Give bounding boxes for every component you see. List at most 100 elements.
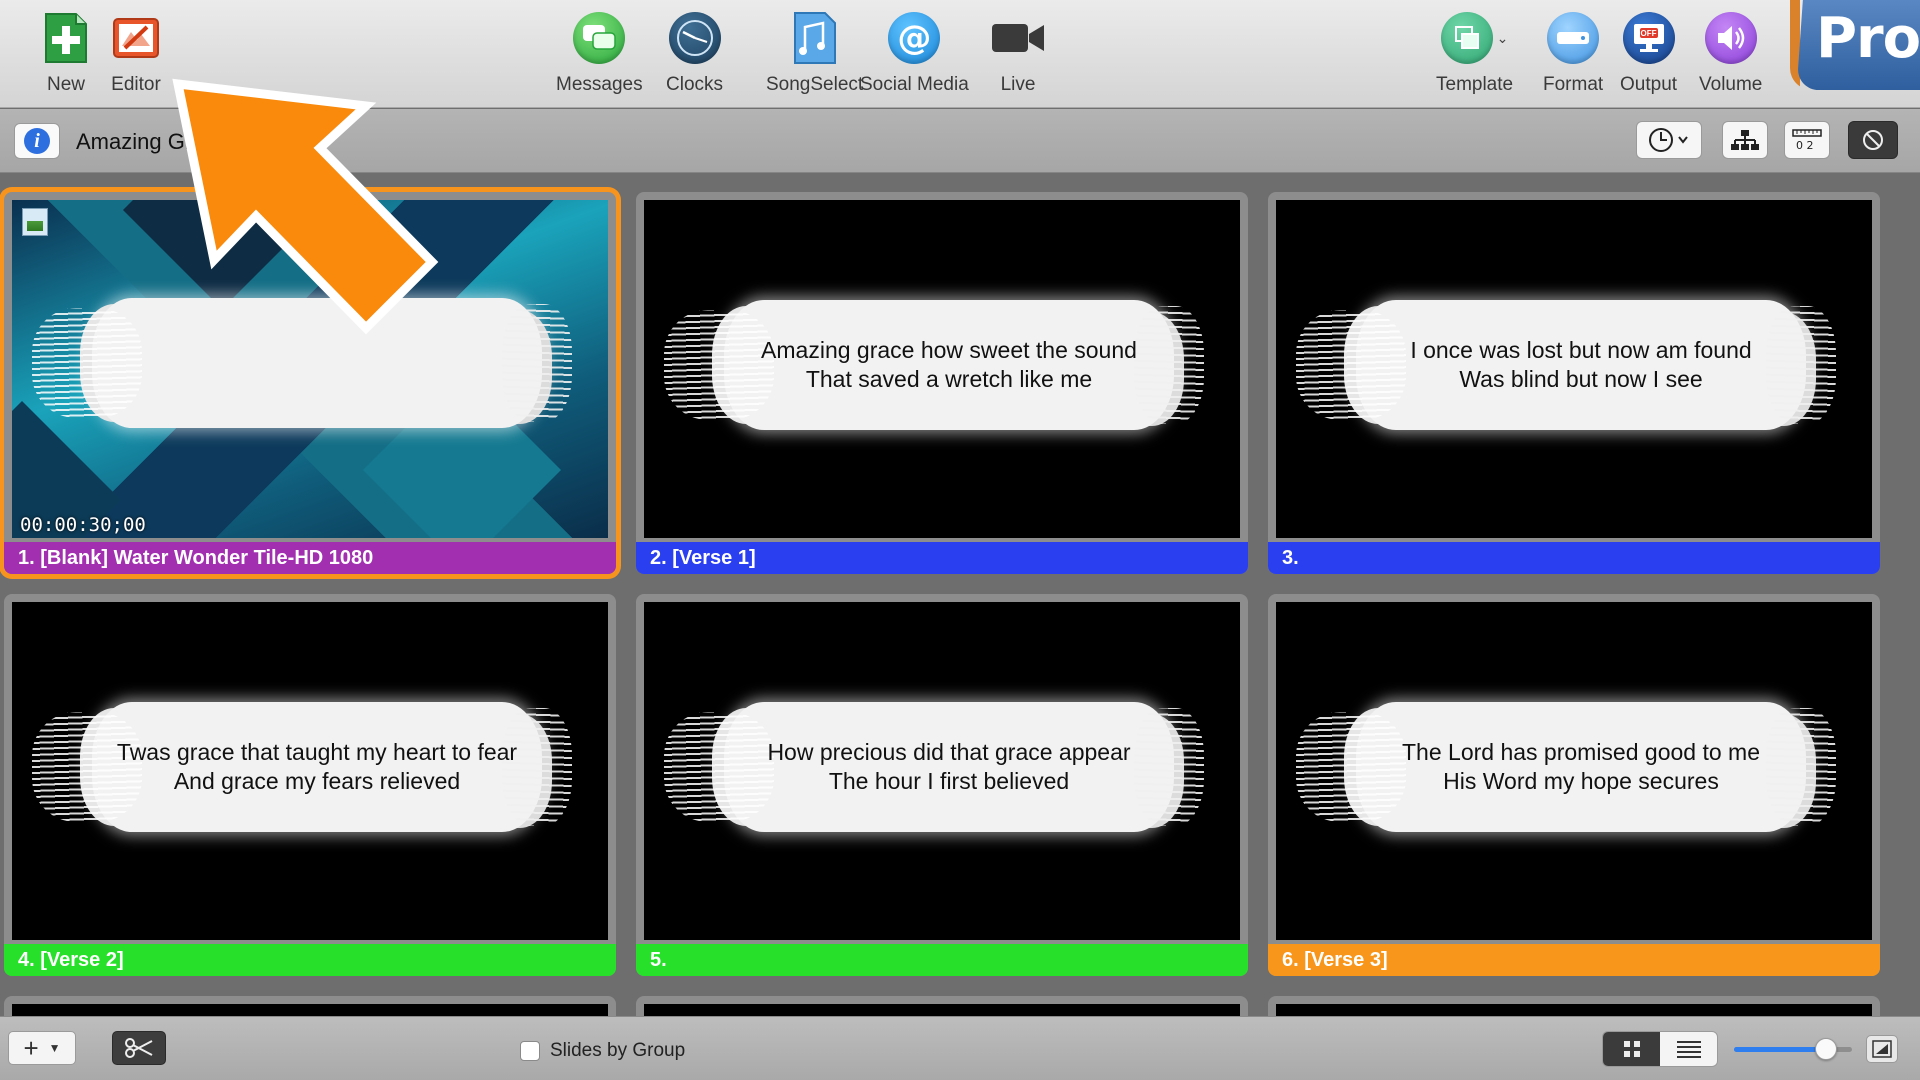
svg-text:0 2: 0 2 — [1796, 139, 1814, 152]
lyric-line: The hour I first believed — [828, 768, 1070, 794]
slide-2[interactable]: Amazing grace how sweet the sound That s… — [636, 192, 1248, 574]
songselect-label: SongSelect — [766, 74, 864, 95]
editor-icon — [108, 10, 164, 66]
lyric-line: The Lord has promised good to me — [1402, 739, 1760, 765]
output-label: Output — [1620, 74, 1678, 95]
lyric-line: Twas grace that taught my heart to fear — [116, 739, 518, 765]
format-label: Format — [1543, 74, 1604, 95]
slides-by-group-toggle[interactable]: Slides by Group — [520, 1040, 685, 1062]
timer-menu-button[interactable] — [1636, 121, 1702, 159]
slides-by-group-label: Slides by Group — [550, 1040, 686, 1061]
clocks-label: Clocks — [666, 74, 724, 95]
zoom-slider[interactable] — [1734, 1038, 1852, 1060]
template-icon: ⌄ — [1439, 10, 1511, 66]
lyric-line: How precious did that grace appear — [767, 739, 1131, 765]
clocks-button[interactable]: Clocks — [666, 10, 723, 96]
chevron-down-icon: ▼ — [48, 1041, 61, 1055]
zoom-slider-fill — [1734, 1047, 1827, 1052]
format-button[interactable]: Format — [1543, 10, 1603, 96]
brush-stroke: How precious did that grace appear The h… — [664, 702, 1204, 832]
info-icon: i — [24, 128, 50, 154]
plus-icon — [38, 10, 94, 66]
lyric-line: His Word my hope secures — [1443, 768, 1719, 794]
slide-label: 5. — [636, 944, 1248, 976]
new-button[interactable]: New — [38, 10, 94, 96]
timecode: 00:00:30;00 — [20, 514, 146, 536]
slide-label: 4. [Verse 2] — [4, 944, 616, 976]
slide-7[interactable] — [4, 996, 616, 1016]
slide-label: 2. [Verse 1] — [636, 542, 1248, 574]
volume-label: Volume — [1699, 74, 1763, 95]
slide-preview: Amazing grace how sweet the sound That s… — [644, 200, 1240, 538]
clear-all-button[interactable] — [1848, 121, 1898, 159]
live-button[interactable]: Live — [990, 10, 1046, 96]
list-icon — [1676, 1041, 1701, 1058]
social-media-label: Social Media — [860, 74, 969, 95]
slide-3[interactable]: I once was lost but now am found Was bli… — [1268, 192, 1880, 574]
live-label: Live — [1000, 74, 1036, 95]
slide-preview — [644, 1004, 1240, 1016]
template-button[interactable]: ⌄ Template — [1436, 10, 1513, 96]
editor-label: Editor — [111, 74, 161, 95]
slide-label: 1. [Blank] Water Wonder Tile-HD 1080 — [4, 542, 616, 574]
image-icon — [22, 208, 48, 236]
cut-button[interactable] — [112, 1031, 166, 1065]
grid-view-button[interactable] — [1603, 1032, 1660, 1066]
template-label: Template — [1436, 74, 1514, 95]
songselect-icon — [787, 10, 843, 66]
pro-logo-text: Pro — [1816, 6, 1920, 71]
lyric-line: Was blind but now I see — [1459, 366, 1703, 392]
new-label: New — [46, 74, 85, 95]
speaker-icon — [1703, 10, 1759, 66]
slide-preview: I once was lost but now am found Was bli… — [1276, 200, 1872, 538]
slide-preview: How precious did that grace appear The h… — [644, 602, 1240, 940]
messages-label: Messages — [556, 74, 643, 95]
view-mode-toggle — [1602, 1031, 1718, 1067]
list-view-button[interactable] — [1660, 1032, 1717, 1066]
chevron-down-icon: ⌄ — [1496, 29, 1509, 46]
resize-icon — [1872, 1040, 1892, 1058]
format-icon — [1545, 10, 1601, 66]
numbering-button[interactable]: 0 2 — [1784, 121, 1830, 159]
editor-button[interactable]: Editor — [108, 10, 164, 96]
scissors-icon — [125, 1038, 153, 1058]
slide-6[interactable]: The Lord has promised good to me His Wor… — [1268, 594, 1880, 976]
prohibited-icon — [1863, 130, 1883, 150]
output-off-badge: OFF — [1640, 28, 1657, 38]
slide-label: 3. — [1268, 542, 1880, 574]
songselect-button[interactable]: SongSelect — [766, 10, 863, 96]
volume-button[interactable]: Volume — [1699, 10, 1762, 96]
messages-icon — [571, 10, 627, 66]
clock-icon — [1649, 128, 1688, 152]
fullscreen-button[interactable] — [1866, 1035, 1898, 1063]
lyric-line: And grace my fears relieved — [173, 768, 461, 794]
social-media-button[interactable]: @ Social Media — [860, 10, 969, 96]
messages-button[interactable]: Messages — [556, 10, 643, 96]
slide-label: 6. [Verse 3] — [1268, 944, 1880, 976]
lyric-line: I once was lost but now am found — [1410, 337, 1752, 363]
slide-8[interactable] — [636, 996, 1248, 1016]
bottom-bar: + ▼ Slides by Group — [0, 1016, 1920, 1080]
slide-preview — [1276, 1004, 1872, 1016]
grid-icon — [1623, 1041, 1640, 1057]
brush-stroke: The Lord has promised good to me His Wor… — [1296, 702, 1836, 832]
arrangement-button[interactable] — [1722, 121, 1768, 159]
monitor-icon: OFF — [1621, 10, 1677, 66]
at-icon: @ — [886, 10, 942, 66]
hierarchy-icon — [1731, 130, 1759, 150]
plus-icon: + — [23, 1033, 39, 1063]
slide-preview: Twas grace that taught my heart to fear … — [12, 602, 608, 940]
slides-by-group-checkbox[interactable] — [520, 1041, 540, 1061]
slide-5[interactable]: How precious did that grace appear The h… — [636, 594, 1248, 976]
lyric-line: That saved a wretch like me — [805, 366, 1093, 392]
add-slide-button[interactable]: + ▼ — [8, 1031, 76, 1065]
slide-4[interactable]: Twas grace that taught my heart to fear … — [4, 594, 616, 976]
zoom-slider-handle[interactable] — [1815, 1038, 1838, 1060]
annotation-arrow-icon — [172, 78, 439, 335]
output-button[interactable]: OFF Output — [1620, 10, 1677, 96]
slide-9[interactable] — [1268, 996, 1880, 1016]
video-camera-icon — [990, 10, 1046, 66]
info-button[interactable]: i — [14, 123, 60, 159]
brush-stroke: Twas grace that taught my heart to fear … — [32, 702, 572, 832]
slide-preview: The Lord has promised good to me His Wor… — [1276, 602, 1872, 940]
